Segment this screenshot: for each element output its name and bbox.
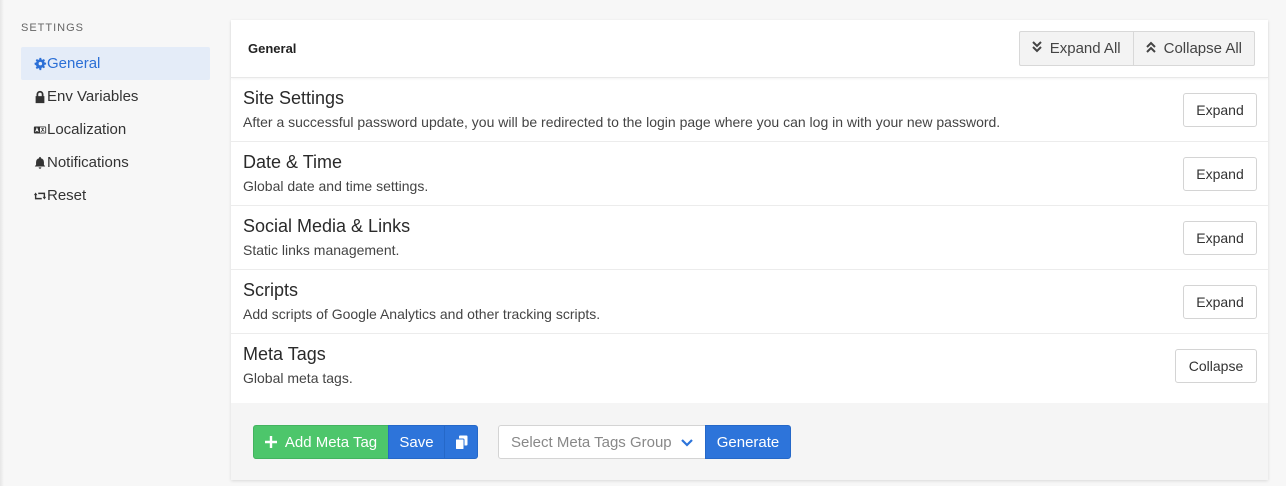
retweet-icon	[32, 188, 47, 203]
expand-collapse-group: Expand All Collapse All	[1018, 31, 1255, 66]
meta-tags-group-select[interactable]: Select Meta Tags Group	[498, 425, 706, 459]
sidebar-item-env-variables[interactable]: Env Variables	[21, 80, 210, 113]
section-description: Add scripts of Google Analytics and othe…	[243, 306, 601, 322]
bell-icon	[32, 155, 47, 170]
expand-all-label: Expand All	[1049, 40, 1121, 57]
plus-icon	[264, 436, 277, 448]
section-title: Social Media & Links	[243, 216, 411, 236]
generate-button[interactable]: Generate	[705, 425, 791, 459]
sidebar-item-label: Localization	[47, 121, 127, 138]
section-description: Static links management.	[243, 242, 400, 258]
select-placeholder: Select Meta Tags Group	[511, 433, 672, 451]
meta-tags-toolbar: Add Meta Tag Save Select Meta Tags Group…	[231, 403, 1268, 480]
section-meta-tags: Meta Tags Global meta tags. Collapse	[231, 334, 1268, 398]
page-title: General	[248, 41, 297, 56]
section-date-time: Date & Time Global date and time setting…	[231, 142, 1268, 206]
sidebar-heading: SETTINGS	[21, 22, 85, 34]
double-chevron-down-icon	[1032, 40, 1042, 57]
lock-icon	[32, 89, 47, 104]
section-description: After a successful password update, you …	[243, 114, 1001, 130]
add-meta-tag-button[interactable]: Add Meta Tag	[253, 425, 389, 459]
collapse-all-label: Collapse All	[1163, 40, 1242, 57]
card-header: General Expand All Collapse All	[231, 20, 1268, 78]
sidebar-item-general[interactable]: General	[21, 47, 210, 80]
copy-icon	[454, 435, 468, 450]
section-site-settings: Site Settings After a successful passwor…	[231, 78, 1268, 142]
settings-sidebar: SETTINGS General Env Variables Localizat…	[21, 20, 210, 212]
double-chevron-up-icon	[1145, 40, 1156, 57]
section-title: Date & Time	[243, 152, 343, 172]
expand-all-button[interactable]: Expand All	[1020, 32, 1133, 65]
gear-icon	[32, 56, 47, 71]
section-social-media-links: Social Media & Links Static links manage…	[231, 206, 1268, 270]
sidebar-item-label: General	[47, 55, 101, 72]
section-title: Meta Tags	[243, 344, 326, 364]
collapse-button[interactable]: Collapse	[1175, 349, 1257, 383]
left-edge-shadow	[0, 0, 4, 486]
sidebar-item-notifications[interactable]: Notifications	[21, 146, 210, 179]
expand-button[interactable]: Expand	[1183, 285, 1257, 319]
sidebar-item-reset[interactable]: Reset	[21, 179, 210, 212]
general-settings-card: General Expand All Collapse All Site Set…	[231, 20, 1268, 480]
sidebar-item-localization[interactable]: Localization	[21, 113, 210, 146]
sidebar-nav: General Env Variables Localization Notif…	[21, 47, 210, 212]
section-title: Site Settings	[243, 88, 345, 108]
copy-button[interactable]	[444, 425, 478, 459]
add-meta-tag-label: Add Meta Tag	[284, 433, 378, 451]
expand-button[interactable]: Expand	[1183, 93, 1257, 127]
section-scripts: Scripts Add scripts of Google Analytics …	[231, 270, 1268, 334]
chevron-down-icon	[681, 434, 693, 451]
section-description: Global meta tags.	[243, 370, 353, 386]
sidebar-item-label: Env Variables	[47, 88, 139, 105]
section-title: Scripts	[243, 280, 299, 300]
section-description: Global date and time settings.	[243, 178, 429, 194]
expand-button[interactable]: Expand	[1183, 157, 1257, 191]
collapse-all-button[interactable]: Collapse All	[1132, 32, 1254, 65]
sidebar-item-label: Reset	[47, 187, 87, 204]
language-icon	[32, 122, 47, 137]
expand-button[interactable]: Expand	[1183, 221, 1257, 255]
save-button[interactable]: Save	[388, 425, 445, 459]
sidebar-item-label: Notifications	[47, 154, 129, 171]
